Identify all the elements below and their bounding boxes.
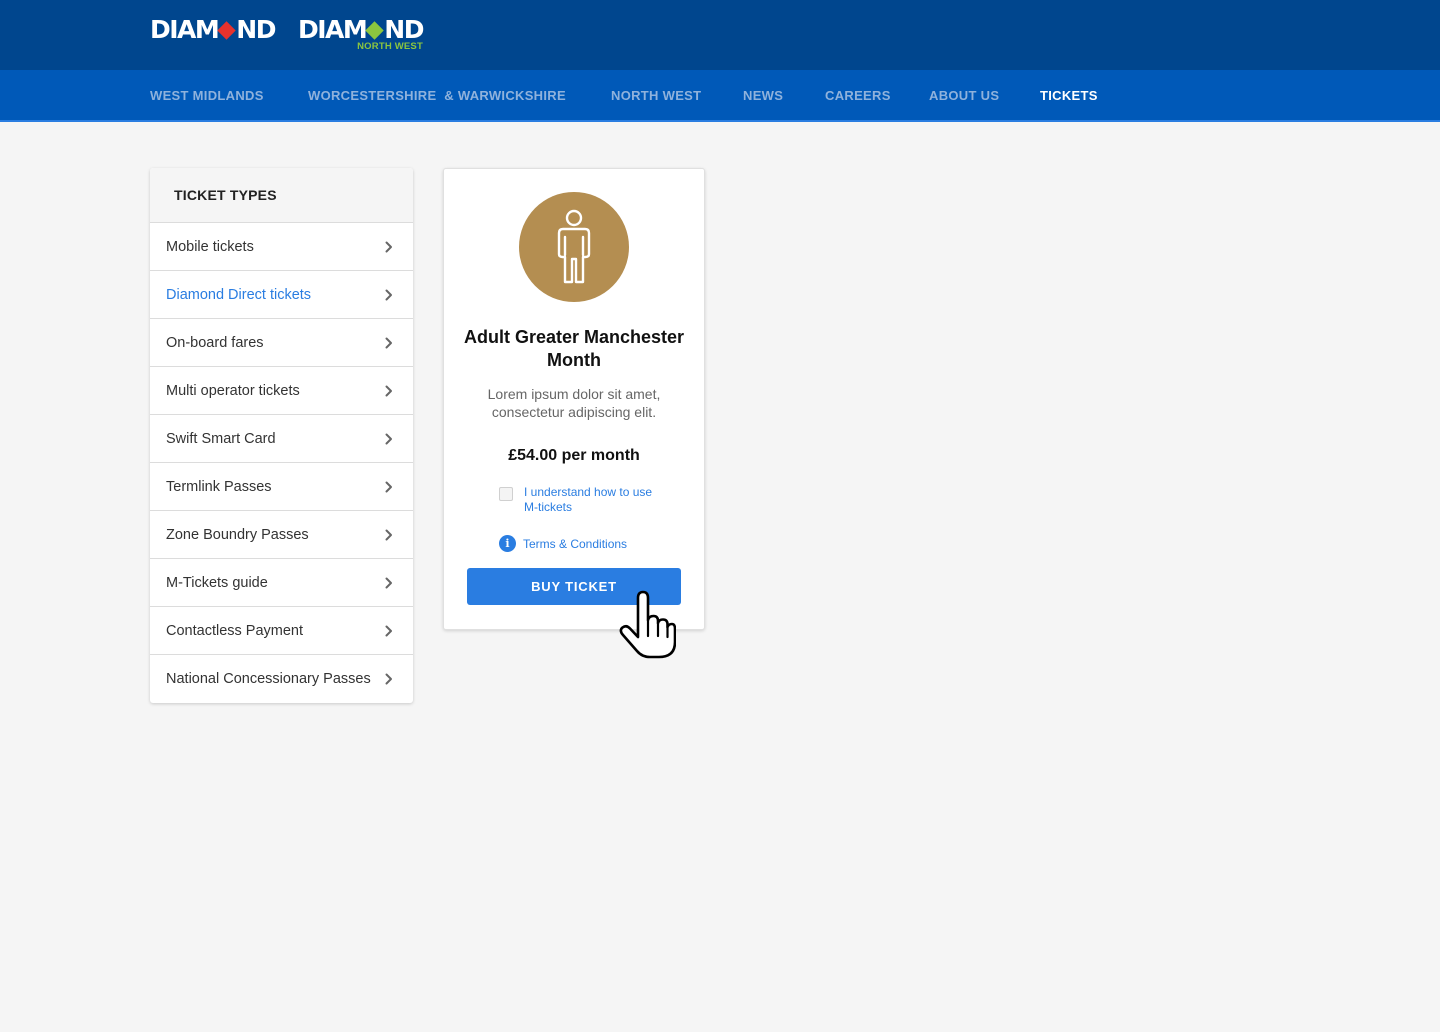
main-nav: WEST MIDLANDS WORCESTERSHIRE & WARWICKSH… (0, 70, 1440, 122)
chevron-right-icon (385, 241, 392, 252)
nav-worcestershire-warwickshire[interactable]: WORCESTERSHIRE & WARWICKSHIRE (308, 88, 566, 104)
m-tickets-checkbox[interactable] (499, 487, 513, 501)
m-tickets-consent[interactable]: I understand how to use M-tickets (499, 485, 659, 515)
chevron-right-icon (385, 673, 392, 685)
sidebar-item-termlink-passes[interactable]: Termlink Passes (150, 463, 413, 511)
sidebar-item-label: Diamond Direct tickets (166, 286, 312, 303)
nav-about-us[interactable]: ABOUT US (929, 88, 999, 104)
buy-ticket-button[interactable]: BUY TICKET (467, 568, 681, 605)
sidebar-heading: TICKET TYPES (150, 168, 413, 223)
ticket-price: £54.00 per month (508, 447, 640, 464)
sidebar-item-multi-operator-tickets[interactable]: Multi operator tickets (150, 367, 413, 415)
nav-news[interactable]: NEWS (743, 88, 783, 104)
terms-label[interactable]: Terms & Conditions (523, 537, 627, 551)
diamond-north-west-logo[interactable]: DIAM ND NORTH WEST (298, 16, 424, 52)
diamond-logo[interactable]: DIAM ND (150, 16, 276, 44)
site-header: DIAM ND DIAM ND NORTH WEST (0, 0, 1440, 70)
terms-link[interactable]: i Terms & Conditions (499, 535, 627, 552)
chevron-right-icon (385, 337, 392, 348)
sidebar-item-m-tickets-guide[interactable]: M-Tickets guide (150, 559, 413, 607)
sidebar-item-national-concessionary-passes[interactable]: National Concessionary Passes (150, 655, 413, 703)
chevron-right-icon (385, 529, 392, 540)
ticket-title: Adult Greater Manchester Month (463, 327, 685, 370)
chevron-right-icon (385, 289, 392, 300)
sidebar-list: Mobile tickets Diamond Direct tickets On-b… (150, 223, 413, 703)
ticket-card: Adult Greater Manchester Month Lorem ips… (443, 168, 705, 630)
nav-north-west[interactable]: NORTH WEST (611, 88, 701, 104)
chevron-right-icon (385, 385, 392, 396)
sidebar-item-label: Zone Boundry Passes (166, 526, 309, 543)
nav-careers[interactable]: CAREERS (825, 88, 891, 104)
person-icon (557, 209, 591, 284)
chevron-right-icon (385, 577, 392, 588)
sidebar-item-label: On-board fares (166, 334, 264, 351)
m-tickets-checkbox-label[interactable]: I understand how to use M-tickets (524, 485, 659, 515)
sidebar-item-contactless-payment[interactable]: Contactless Payment (150, 607, 413, 655)
logo-diamond-icon (365, 20, 384, 40)
chevron-right-icon (385, 481, 392, 492)
sidebar-item-swift-smart-card[interactable]: Swift Smart Card (150, 415, 413, 463)
sidebar-item-label: Mobile tickets (166, 238, 254, 255)
sidebar-item-label: National Concessionary Passes (166, 671, 371, 687)
ticket-description: Lorem ipsum dolor sit amet, consectetur … (487, 386, 661, 420)
sidebar-item-label: Termlink Passes (166, 478, 272, 495)
ticket-types-sidebar: TICKET TYPES Mobile tickets Diamond Direc… (150, 168, 413, 703)
chevron-right-icon (385, 433, 392, 444)
sidebar-item-mobile-tickets[interactable]: Mobile tickets (150, 223, 413, 271)
info-icon: i (499, 535, 516, 552)
logo-diamond-icon (217, 20, 236, 40)
ticket-avatar (519, 192, 629, 302)
sidebar-item-label: Contactless Payment (166, 622, 304, 639)
nav-tickets[interactable]: TICKETS (1040, 88, 1098, 104)
sidebar-item-label: Swift Smart Card (166, 430, 276, 447)
logo-subtitle: NORTH WEST (357, 41, 423, 52)
chevron-right-icon (385, 625, 392, 636)
sidebar-item-diamond-direct-tickets[interactable]: Diamond Direct tickets (150, 271, 413, 319)
sidebar-item-label: M-Tickets guide (166, 574, 268, 591)
sidebar-item-label: Multi operator tickets (166, 382, 300, 399)
nav-west-midlands[interactable]: WEST MIDLANDS (150, 88, 264, 104)
sidebar-item-on-board-fares[interactable]: On-board fares (150, 319, 413, 367)
sidebar-item-zone-boundry-passes[interactable]: Zone Boundry Passes (150, 511, 413, 559)
